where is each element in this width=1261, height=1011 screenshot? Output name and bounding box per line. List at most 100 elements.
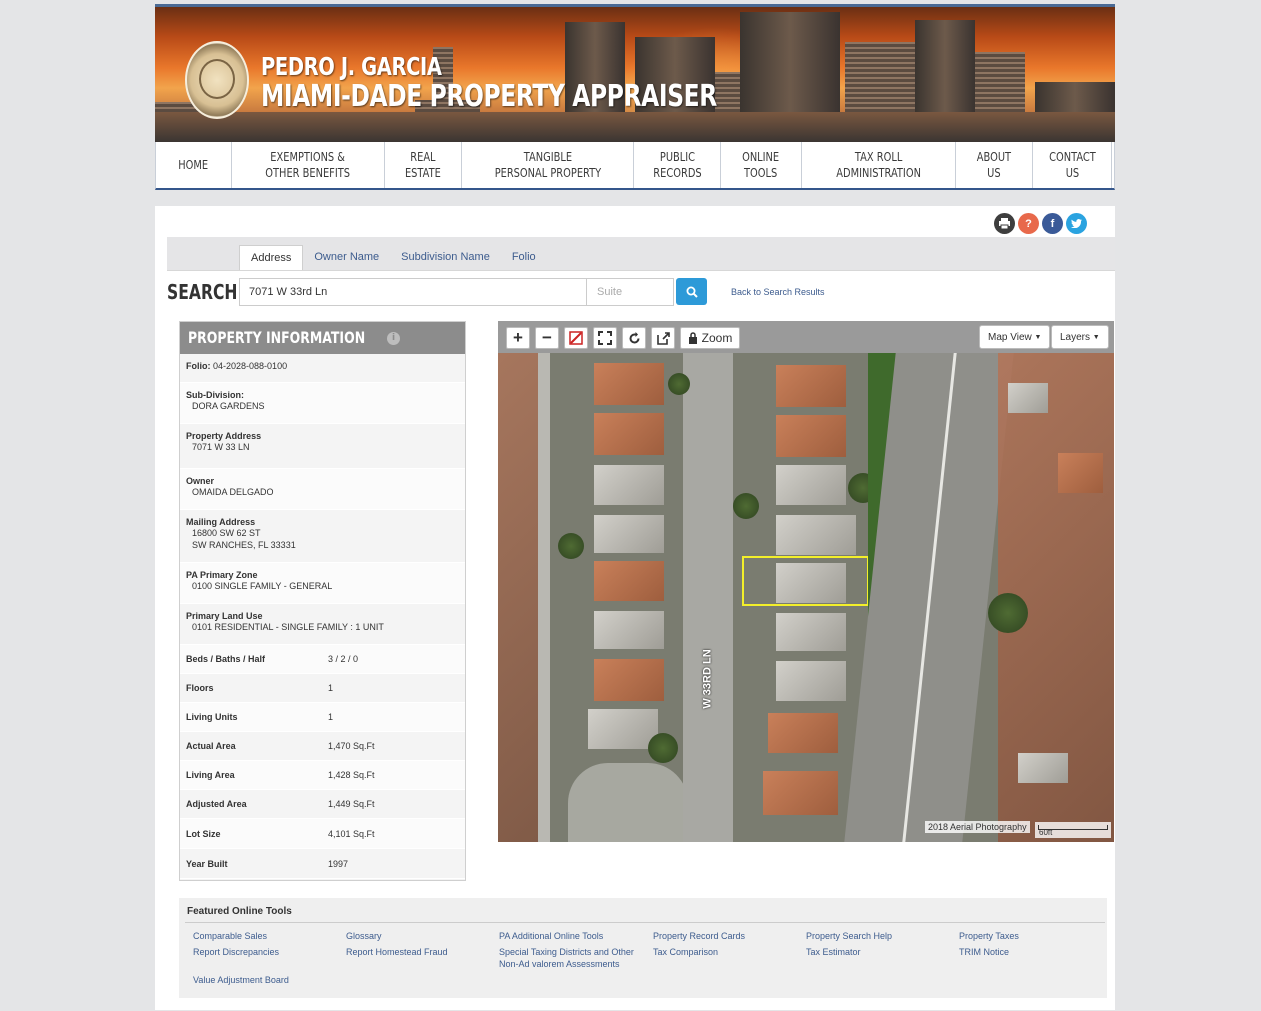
stat-label: Floors (186, 683, 214, 693)
info-icon[interactable]: i (387, 331, 401, 345)
link-comparable-sales[interactable]: Comparable Sales (193, 930, 343, 942)
featured-column: PA Additional Online Tools Special Taxin… (499, 930, 649, 974)
zoom-label: Zoom (701, 331, 733, 345)
nav-tax-roll[interactable]: TAX ROLL ADMINISTRATION (802, 142, 956, 188)
selected-parcel-outline[interactable] (742, 556, 869, 606)
map-sidewalk (538, 353, 550, 842)
link-value-adjustment-board[interactable]: Value Adjustment Board (193, 974, 343, 986)
twitter-icon[interactable] (1066, 213, 1087, 234)
nav-public-records[interactable]: PUBLIC RECORDS (634, 142, 721, 188)
featured-column: Comparable Sales Report Discrepancies Va… (193, 930, 343, 990)
site-brand[interactable]: PEDRO J. GARCIA MIAMI-DADE PROPERTY APPR… (261, 53, 717, 113)
appraiser-name: PEDRO J. GARCIA (261, 52, 442, 81)
map-toolbar: + − Zoom Map View ▼ Layers ▼ (498, 321, 1114, 353)
tab-subdivision-name[interactable]: Subdivision Name (390, 245, 501, 270)
nav-about-us[interactable]: ABOUT US (956, 142, 1033, 188)
map-house (776, 515, 856, 555)
map-house (776, 465, 846, 505)
link-pa-additional-tools[interactable]: PA Additional Online Tools (499, 930, 649, 942)
zoom-lock-button[interactable]: Zoom (680, 327, 740, 349)
link-special-taxing-districts[interactable]: Special Taxing Districts and Other Non-A… (499, 946, 649, 970)
stat-label: Year Built (186, 858, 228, 869)
share-icons: ? f (994, 213, 1087, 234)
map-view-label: Map View (988, 331, 1032, 343)
nav-online-tools[interactable]: ONLINE TOOLS (721, 142, 802, 188)
print-icon[interactable] (994, 213, 1015, 234)
featured-column: Property Search Help Tax Estimator (806, 930, 956, 962)
search-icon (686, 286, 698, 298)
search-label: SEARCH: (167, 280, 244, 304)
link-tax-comparison[interactable]: Tax Comparison (653, 946, 803, 958)
link-property-search-help[interactable]: Property Search Help (806, 930, 956, 942)
stat-value: 4,101 Sq.Ft (328, 828, 375, 839)
link-trim-notice[interactable]: TRIM Notice (959, 946, 1109, 958)
mailing-address-row: Mailing Address 16800 SW 62 ST SW RANCHE… (180, 510, 465, 563)
map-house (776, 613, 846, 651)
zoom-in-button[interactable]: + (506, 327, 530, 349)
map-house (776, 661, 846, 701)
nav-tangible-property[interactable]: TANGIBLE PERSONAL PROPERTY (462, 142, 634, 188)
nav-exemptions[interactable]: EXEMPTIONS & OTHER BENEFITS (232, 142, 385, 188)
caret-down-icon: ▼ (1034, 333, 1042, 341)
facebook-icon[interactable]: f (1042, 213, 1063, 234)
map-house (594, 363, 664, 405)
county-seal-logo[interactable] (185, 41, 249, 119)
stat-label: Living Area (186, 770, 235, 780)
adjusted-area-row: Adjusted Area 1,449 Sq.Ft (180, 790, 465, 819)
tab-folio[interactable]: Folio (501, 245, 547, 270)
map-house (594, 465, 664, 505)
actual-area-row: Actual Area 1,470 Sq.Ft (180, 732, 465, 761)
search-tabs: Address Owner Name Subdivision Name Foli… (239, 245, 547, 271)
map-house (776, 365, 846, 407)
site-title: MIAMI-DADE PROPERTY APPRAISER (261, 79, 717, 114)
header-banner: PEDRO J. GARCIA MIAMI-DADE PROPERTY APPR… (155, 4, 1115, 142)
map-house (1008, 383, 1048, 413)
nav-real-estate[interactable]: REAL ESTATE (385, 142, 462, 188)
help-icon[interactable]: ? (1018, 213, 1039, 234)
link-report-homestead-fraud[interactable]: Report Homestead Fraud (346, 946, 496, 958)
nav-contact-us[interactable]: CONTACT US (1033, 142, 1112, 188)
mailing-address-line1: 16800 SW 62 ST (192, 528, 261, 538)
aerial-map[interactable]: W 33RD LN 2018 Aerial Photography 60ft (498, 353, 1114, 842)
stat-value: 1997 (328, 858, 349, 869)
stat-value: 1,449 Sq.Ft (328, 799, 375, 809)
lot-size-row: Lot Size 4,101 Sq.Ft (180, 819, 465, 849)
draw-icon (569, 331, 583, 345)
draw-button[interactable] (564, 327, 588, 349)
bay-water (155, 112, 1115, 142)
stat-label: Actual Area (186, 741, 236, 751)
back-to-results-link[interactable]: Back to Search Results (731, 287, 825, 297)
search-button[interactable] (676, 278, 707, 305)
link-property-taxes[interactable]: Property Taxes (959, 930, 1109, 942)
aerial-photo-label: 2018 Aerial Photography (925, 821, 1030, 833)
map-house (594, 561, 664, 601)
link-glossary[interactable]: Glossary (346, 930, 496, 942)
tab-owner-name[interactable]: Owner Name (303, 245, 390, 270)
stat-value: 1,470 Sq.Ft (328, 741, 375, 751)
layers-dropdown[interactable]: Layers ▼ (1051, 325, 1109, 349)
map-tree (648, 733, 678, 763)
street-label: W 33RD LN (701, 649, 714, 709)
property-info-title: PROPERTY INFORMATION (188, 328, 366, 347)
link-report-discrepancies[interactable]: Report Discrepancies (193, 946, 343, 958)
link-property-record-cards[interactable]: Property Record Cards (653, 930, 803, 942)
reset-button[interactable] (622, 327, 646, 349)
fullscreen-button[interactable] (593, 327, 617, 349)
map-view-dropdown[interactable]: Map View ▼ (979, 325, 1051, 349)
property-info-header: PROPERTY INFORMATION i (180, 322, 465, 354)
map-tree (733, 493, 759, 519)
featured-tools: Featured Online Tools Comparable Sales R… (179, 898, 1107, 998)
folio-value: 04-2028-088-0100 (213, 361, 288, 371)
link-tax-estimator[interactable]: Tax Estimator (806, 946, 956, 958)
zoom-out-button[interactable]: − (535, 327, 559, 349)
living-area-row: Living Area 1,428 Sq.Ft (180, 761, 465, 790)
address-search-input[interactable] (239, 278, 587, 306)
land-use-value: 0101 RESIDENTIAL - SINGLE FAMILY : 1 UNI… (192, 622, 384, 632)
featured-divider (185, 922, 1105, 923)
folio-row: Folio: 04-2028-088-0100 (180, 354, 465, 383)
nav-home[interactable]: HOME (156, 142, 232, 188)
tab-address[interactable]: Address (239, 245, 304, 271)
land-use-row: Primary Land Use 0101 RESIDENTIAL - SING… (180, 604, 465, 645)
suite-input[interactable] (587, 278, 674, 306)
share-map-button[interactable] (651, 327, 675, 349)
